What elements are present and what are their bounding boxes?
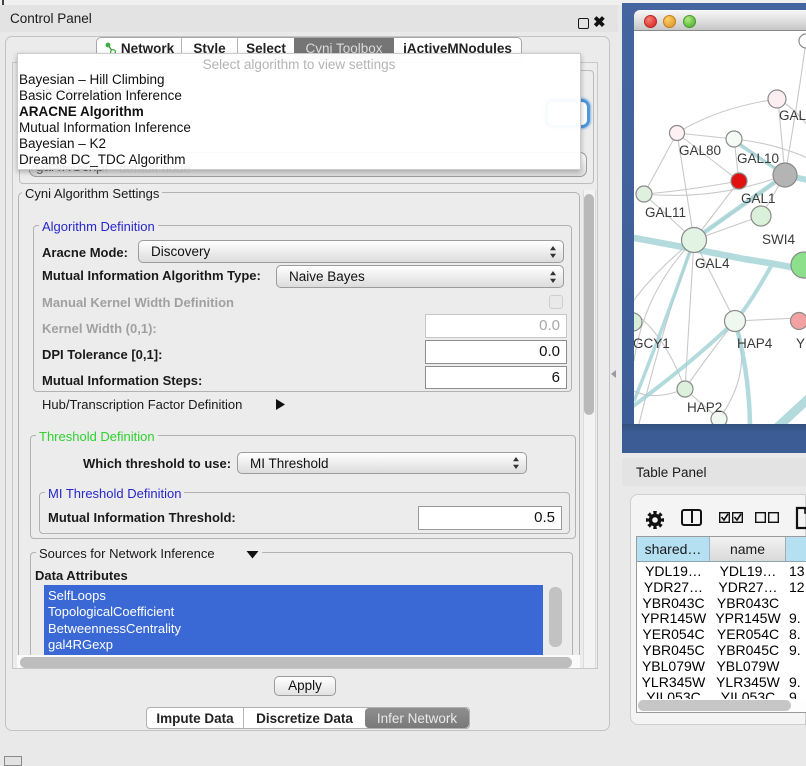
- svg-text:GAL4: GAL4: [695, 256, 730, 271]
- svg-text:GAL80: GAL80: [679, 143, 721, 158]
- svg-text:HAP4: HAP4: [737, 336, 773, 351]
- svg-text:SWI4: SWI4: [762, 232, 795, 247]
- svg-text:GAL11: GAL11: [645, 205, 686, 220]
- svg-text:GAL1: GAL1: [741, 191, 776, 206]
- svg-text:GAL2: GAL2: [779, 108, 806, 123]
- svg-text:GAL10: GAL10: [737, 151, 779, 166]
- svg-text:Y: Y: [796, 336, 805, 351]
- svg-text:HAP2: HAP2: [687, 400, 722, 415]
- svg-text:GCY1: GCY1: [634, 336, 670, 351]
